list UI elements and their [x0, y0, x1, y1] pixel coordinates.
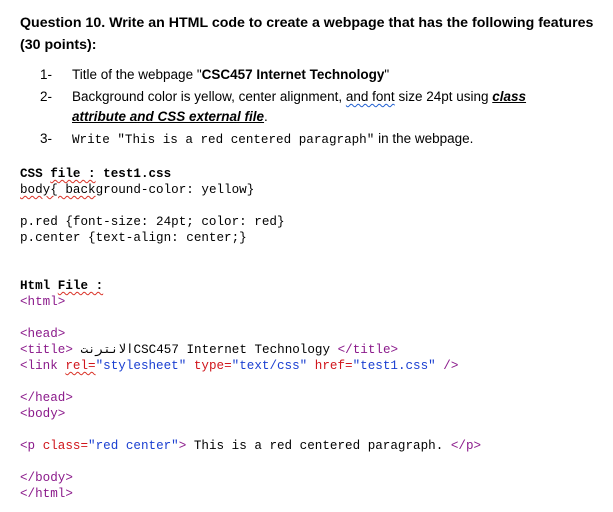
code-type-value: "text/css"	[231, 359, 308, 373]
item-text: size 24pt using	[394, 89, 493, 104]
css-file-label: file :	[50, 167, 96, 181]
css-line-body: body{ background-color: yellow}	[20, 182, 254, 198]
list-item-1: 1- Title of the webpage "CSC457 Internet …	[40, 66, 389, 84]
code-head-open: <head>	[20, 327, 66, 341]
code-p-open: <p	[20, 439, 43, 453]
code-class-value: "red center"	[88, 439, 179, 453]
code-link-tag: <link	[20, 359, 66, 373]
code-body-open: <body>	[20, 407, 66, 421]
html-file-header: Html File :	[20, 278, 103, 294]
css-label: CSS	[20, 167, 51, 181]
code-href-value: "test1.css"	[352, 359, 436, 373]
item-code-text: Write "This is a red centered paragraph"	[72, 133, 375, 147]
code-body-close: </body>	[20, 471, 73, 485]
css-line-red: p.red {font-size: 24pt; color: red}	[20, 215, 285, 229]
css-body-rule: ground-color: yellow}	[95, 183, 255, 197]
item-number: 2-	[40, 89, 53, 104]
item-text: in the webpage.	[374, 131, 474, 146]
code-title-close: </title>	[337, 343, 399, 357]
list-item-3: 3- Write "This is a red centered paragrap…	[40, 130, 473, 149]
item-text: "	[384, 67, 390, 82]
list-item-2: 2- Background color is yellow, center ali…	[40, 88, 526, 106]
html-file-label: File :	[57, 279, 104, 293]
item-emphasis-text: class	[492, 89, 527, 104]
code-html-open: <html>	[20, 295, 66, 309]
item-text: Background color is yellow, center align…	[72, 89, 346, 104]
code-title-line: <title> الانترنتCSC457 Internet Technolo…	[20, 342, 398, 358]
html-label: Html	[20, 279, 58, 293]
code-p-close: </p>	[450, 439, 482, 453]
css-body-selector: body{ back	[20, 183, 96, 197]
item-number: 1-	[40, 67, 53, 82]
code-title-text: الانترنتCSC457 Internet Technology	[80, 343, 338, 357]
css-line-center: p.center {text-align: center;}	[20, 231, 247, 245]
code-html-close: </html>	[20, 487, 73, 501]
item-text: .	[264, 109, 268, 124]
item-bold-text: CSC457 Internet Technology	[201, 67, 385, 82]
item-wavy-text: and font	[345, 89, 395, 104]
code-link-line: <link rel="stylesheet" type="text/css" h…	[20, 358, 458, 374]
list-item-2-continued: attribute and CSS external file.	[72, 108, 268, 126]
code-type-attr: type=	[186, 359, 232, 373]
item-text: Title of the webpage "	[72, 67, 202, 82]
css-file-header: CSS file : test1.css	[20, 166, 171, 182]
code-title-open: <title>	[20, 343, 81, 357]
code-class-attr: class=	[42, 439, 89, 453]
item-number: 3-	[40, 131, 53, 146]
code-rel-attr: rel=	[65, 359, 96, 373]
question-title: Question 10. Write an HTML code to creat…	[20, 15, 594, 53]
code-p-text: This is a red centered paragraph.	[186, 439, 451, 453]
code-link-close: />	[435, 359, 459, 373]
item-emphasis-text: attribute and CSS external file	[72, 109, 265, 124]
code-href-attr: href=	[307, 359, 353, 373]
code-paragraph-line: <p class="red center"> This is a red cen…	[20, 438, 481, 454]
code-rel-value: "stylesheet"	[95, 359, 187, 373]
css-filename: test1.css	[95, 167, 172, 181]
code-head-close: </head>	[20, 391, 73, 405]
